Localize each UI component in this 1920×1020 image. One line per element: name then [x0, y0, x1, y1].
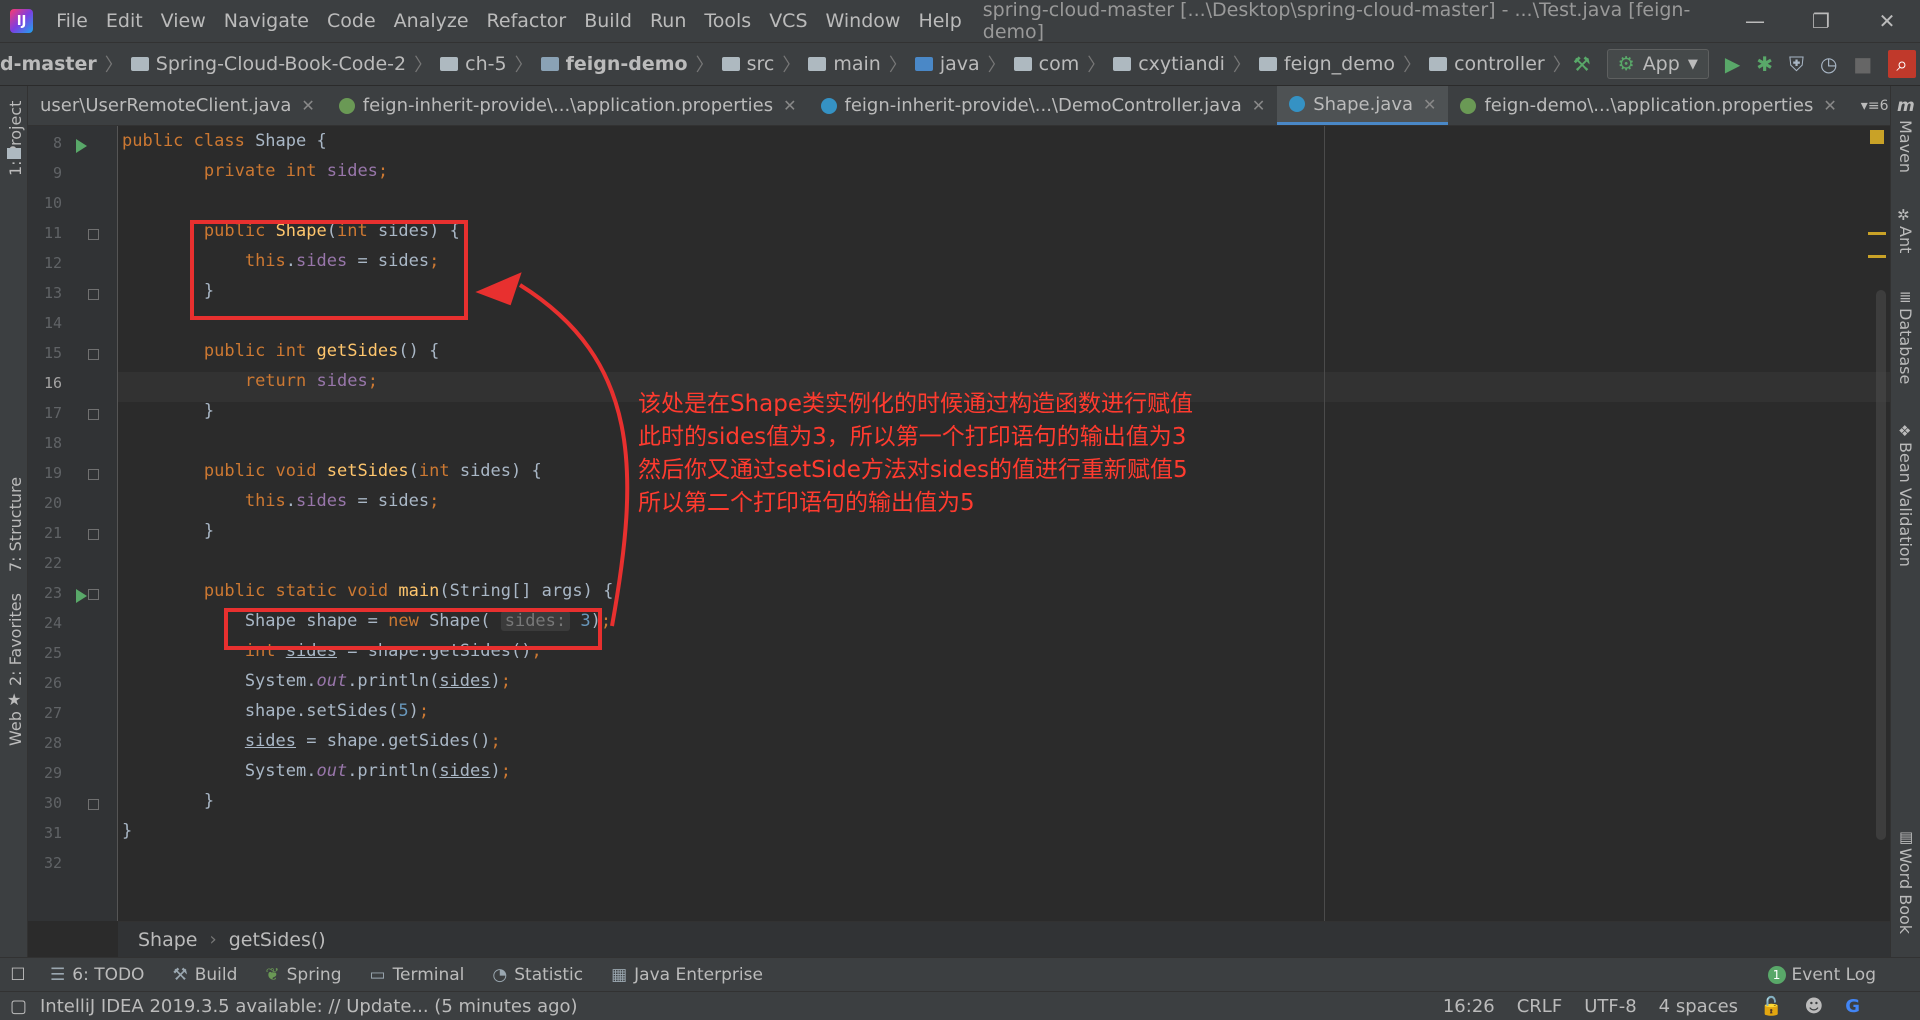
tool-label: Statistic — [514, 964, 584, 985]
event-log-label: Event Log — [1791, 964, 1876, 985]
list-icon: ☰ — [50, 964, 66, 985]
tool-todo[interactable]: ☰ 6: TODO — [36, 965, 158, 985]
statistic-icon: ◔ — [492, 964, 508, 985]
tool-label: Java Enterprise — [634, 964, 763, 985]
status-message[interactable]: IntelliJ IDEA 2019.3.5 available: // Upd… — [40, 996, 578, 1017]
tool-statistic[interactable]: ◔ Statistic — [478, 965, 597, 985]
annotation-note: 该处是在Shape类实例化的时候通过构造函数进行赋值 此时的sides值为3，所… — [638, 388, 1198, 520]
indent-setting[interactable]: 4 spaces — [1659, 996, 1738, 1017]
event-count-badge: 1 — [1767, 965, 1786, 984]
line-separator[interactable]: CRLF — [1517, 996, 1562, 1017]
tool-label: Spring — [286, 964, 342, 985]
annotation-line: 然后你又通过setSide方法对sides的值进行重新赋值5 — [638, 457, 1188, 483]
arrow-curve — [518, 283, 630, 627]
tool-label: Terminal — [392, 964, 465, 985]
file-encoding[interactable]: UTF-8 — [1584, 996, 1636, 1017]
annotation-line: 此时的sides值为3，所以第一个打印语句的输出值为3 — [638, 424, 1187, 450]
breadcrumb-method[interactable]: getSides() — [219, 929, 336, 951]
event-log[interactable]: 1 Event Log — [1767, 964, 1920, 985]
tool-terminal[interactable]: ▭ Terminal — [356, 965, 479, 985]
tool-java-enterprise[interactable]: ▦ Java Enterprise — [597, 965, 777, 985]
enterprise-icon: ▦ — [611, 964, 628, 985]
annotation-line: 该处是在Shape类实例化的时候通过构造函数进行赋值 — [638, 391, 1194, 417]
status-toggle-icon[interactable]: ▢ — [10, 996, 27, 1017]
tool-window-bar: ☐ ☰ 6: TODO ⚒ Build ❦ Spring ▭ Terminal ◔ Sta… — [0, 957, 1920, 991]
tool-label: 6: TODO — [72, 964, 145, 985]
annotation-line: 所以第二个打印语句的输出值为5 — [638, 490, 975, 516]
terminal-icon: ▭ — [369, 964, 386, 985]
editor-breadcrumb: Shape › getSides() — [118, 921, 1890, 957]
tool-build[interactable]: ⚒ Build — [158, 965, 251, 985]
tool-spring[interactable]: ❦ Spring — [251, 965, 355, 985]
tool-windows-toggle-icon[interactable]: ☐ — [0, 965, 36, 985]
caret-position[interactable]: 16:26 — [1443, 996, 1495, 1017]
leaf-icon: ❦ — [265, 964, 280, 985]
lock-icon[interactable]: 🔓 — [1760, 996, 1782, 1017]
chevron-right-icon: › — [209, 929, 217, 950]
tool-label: Build — [194, 964, 238, 985]
status-bar: ▢ IntelliJ IDEA 2019.3.5 available: // U… — [0, 991, 1920, 1020]
arrow-head — [475, 272, 522, 306]
breadcrumb-class[interactable]: Shape — [128, 929, 208, 951]
inspector-icon[interactable]: ☻ — [1804, 996, 1823, 1017]
hammer-icon: ⚒ — [172, 964, 188, 985]
google-icon[interactable]: G — [1845, 996, 1860, 1017]
